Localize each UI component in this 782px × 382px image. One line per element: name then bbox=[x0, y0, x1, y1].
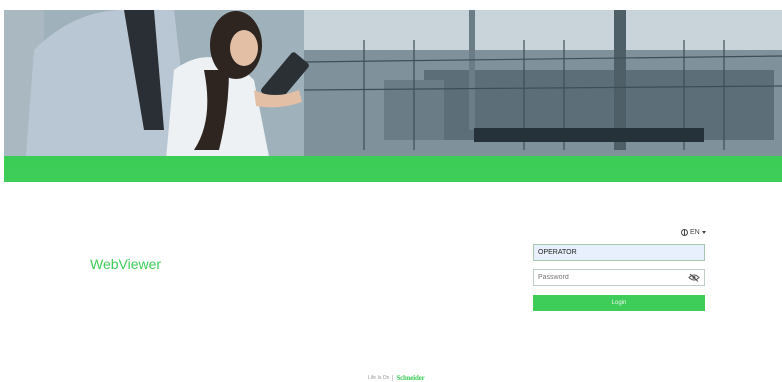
schneider-logo: Schneider bbox=[396, 374, 425, 382]
username-input[interactable] bbox=[533, 244, 705, 261]
footer-tagline: Life Is On bbox=[368, 375, 390, 381]
footer-branding: Life Is On Schneider bbox=[368, 374, 425, 382]
language-label: EN bbox=[690, 229, 700, 236]
app-title: WebViewer bbox=[90, 256, 162, 272]
password-input[interactable] bbox=[533, 269, 705, 286]
chevron-down-icon bbox=[701, 231, 706, 234]
hero-green-overlay bbox=[4, 156, 782, 170]
footer-divider bbox=[392, 375, 394, 381]
language-selector[interactable]: EN bbox=[681, 229, 706, 236]
login-button[interactable]: Login bbox=[533, 295, 705, 311]
globe-icon bbox=[681, 229, 688, 236]
hero-banner bbox=[4, 10, 782, 182]
eye-slash-icon[interactable] bbox=[688, 273, 700, 282]
